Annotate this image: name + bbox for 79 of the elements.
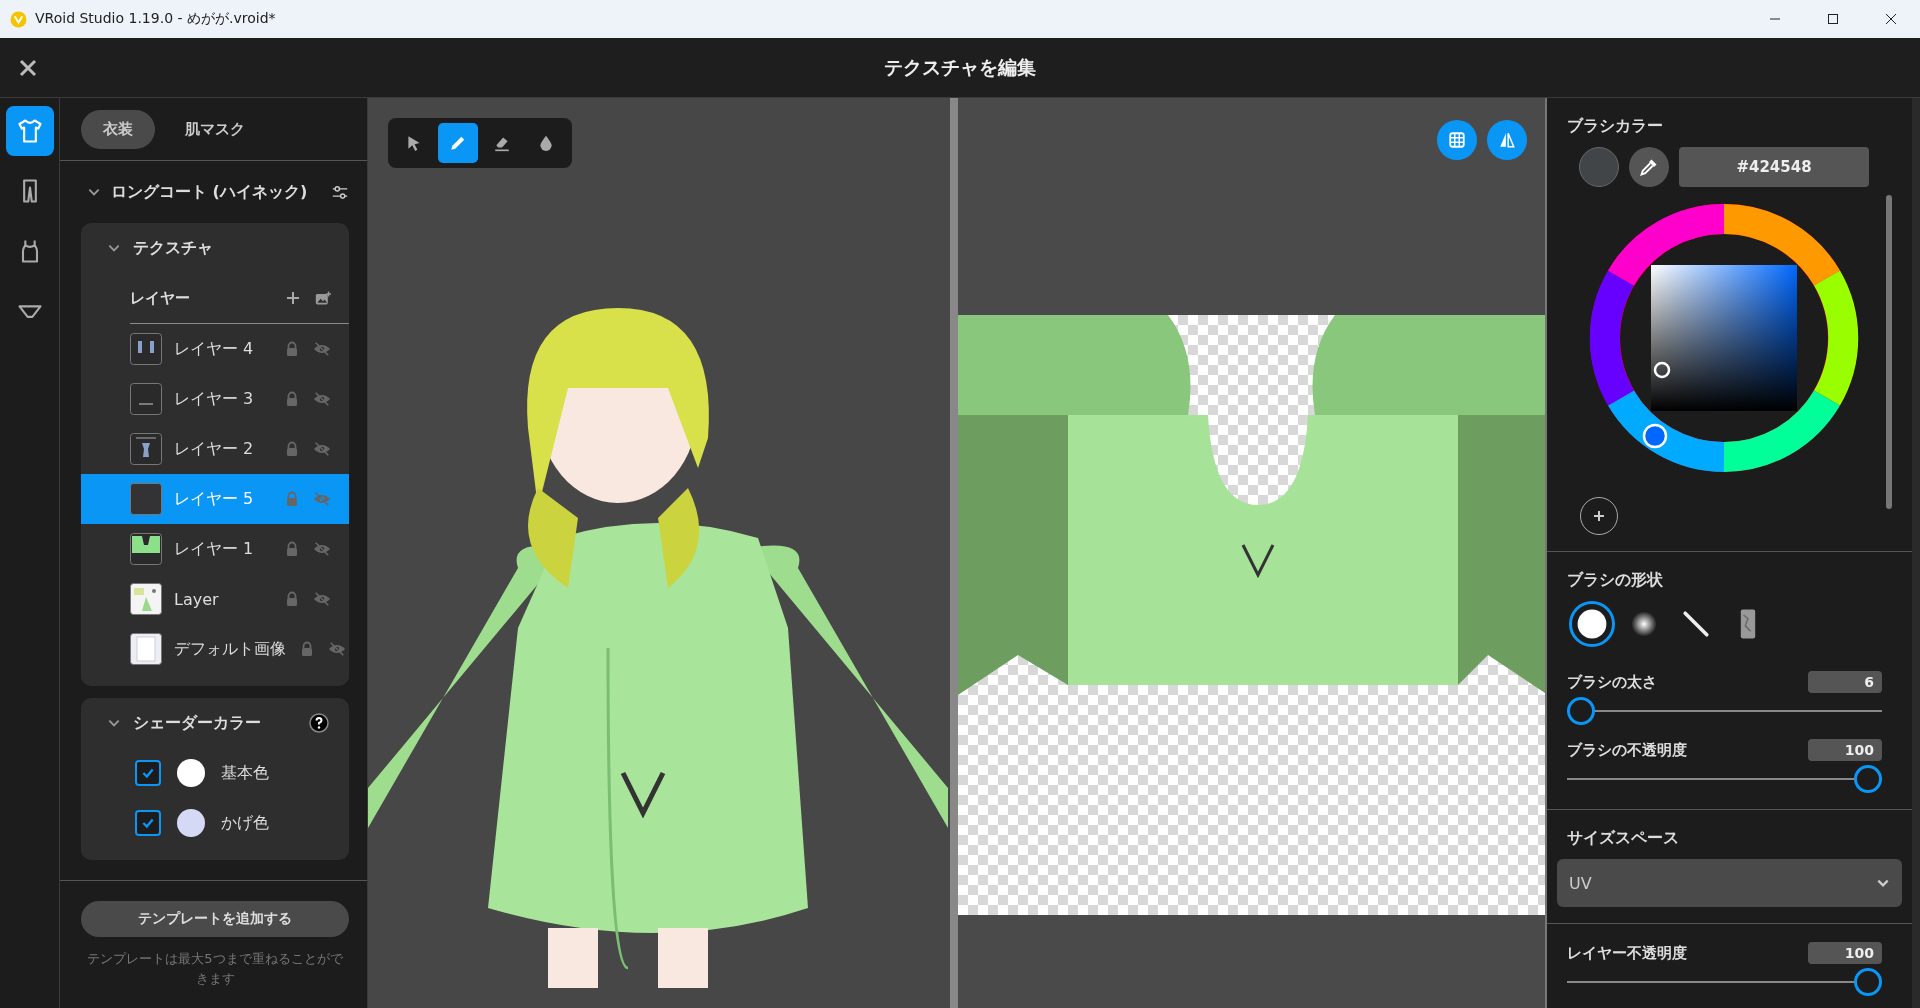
eye-off-icon[interactable] [313,541,331,557]
value-input[interactable]: 100 [1808,739,1882,761]
slider-label: ブラシの不透明度 [1567,740,1687,760]
layer-thumbnail [130,333,162,365]
layer-name: Layer [174,589,219,609]
layer-name: レイヤー 5 [174,488,254,510]
add-image-icon[interactable] [315,290,331,306]
sliders-icon[interactable] [331,184,349,200]
page-title: テクスチャを編集 [884,54,1036,80]
hex-input[interactable]: #424548 [1679,147,1869,187]
layer-row[interactable]: レイヤー 2 [81,424,349,474]
layer-row[interactable]: レイヤー 3 [81,374,349,424]
mirror-toggle[interactable] [1487,120,1527,160]
grid-icon [1448,131,1466,149]
mirror-icon [1498,131,1516,149]
brush-option[interactable] [1569,601,1615,647]
color-label: 基本色 [221,762,269,784]
check-icon [141,816,155,830]
tab[interactable]: 衣装 [81,109,155,149]
item-title: ロングコート (ハイネック) [111,181,308,203]
template-note: テンプレートは最大5つまで重ねることができます [86,950,344,988]
value-input[interactable]: 100 [1808,942,1882,964]
slider-thumb[interactable] [1854,968,1882,996]
layer-name: レイヤー 1 [174,538,254,560]
category-tab[interactable] [5,106,54,156]
eye-off-icon[interactable] [313,391,331,407]
layer-name: デフォルト画像 [174,638,286,660]
slider-thumb[interactable] [1567,697,1595,725]
size-space-dropdown[interactable]: UV [1557,859,1902,907]
checkbox[interactable] [135,810,161,836]
dropdown-value: UV [1569,873,1592,893]
eye-off-icon[interactable] [313,441,331,457]
checkbox[interactable] [135,760,161,786]
layer-row[interactable]: Layer [81,574,349,624]
section-title: ブラシカラー [1567,116,1664,137]
eye-off-icon[interactable] [313,341,331,357]
tool-button[interactable] [438,123,478,163]
slider-label: ブラシの太さ [1567,672,1657,692]
window-title: VRoid Studio 1.19.0 - めがが.vroid* [35,10,276,28]
color-swatch[interactable] [177,759,205,787]
tab[interactable]: 肌マスク [163,109,267,149]
layer-thumbnail [130,533,162,565]
eyedropper-icon [1639,157,1659,177]
plus-icon [1593,510,1605,522]
layers-label: レイヤー [130,288,190,308]
eyedropper-button[interactable] [1629,147,1669,187]
section-title: シェーダーカラー [133,712,261,734]
slider-label: レイヤー不透明度 [1567,943,1687,963]
layer-row[interactable]: レイヤー 4 [81,324,349,374]
eye-off-icon[interactable] [313,591,331,607]
app-logo-icon [10,10,27,28]
add-template-button[interactable]: テンプレートを追加する [81,901,349,937]
eye-off-icon[interactable] [328,641,346,657]
color-wheel[interactable] [1589,203,1859,473]
color-label: かげ色 [221,812,269,834]
close-icon[interactable] [18,58,38,78]
slider-thumb[interactable] [1854,765,1882,793]
pencil-icon [449,134,467,152]
layer-name: レイヤー 3 [174,388,254,410]
layer-thumbnail [130,483,162,515]
help-icon[interactable] [309,713,329,733]
grid-toggle[interactable] [1437,120,1477,160]
value-input[interactable]: 6 [1808,671,1882,693]
current-color-swatch[interactable] [1579,147,1619,187]
drop-icon [537,134,555,152]
layer-row[interactable]: レイヤー 1 [81,524,349,574]
layer-thumbnail [130,433,162,465]
layer-name: レイヤー 2 [174,438,254,460]
check-icon [141,766,155,780]
plus-icon[interactable] [285,290,301,306]
section-title: ブラシの形状 [1567,570,1664,591]
section-title: テクスチャ [133,237,213,259]
section-title: サイズスペース [1567,828,1680,849]
layer-thumbnail [130,583,162,615]
layer-row[interactable]: デフォルト画像 [81,624,349,674]
layer-thumbnail [130,383,162,415]
layer-thumbnail [130,633,162,665]
color-swatch[interactable] [177,809,205,837]
layer-name: レイヤー 4 [174,338,254,360]
